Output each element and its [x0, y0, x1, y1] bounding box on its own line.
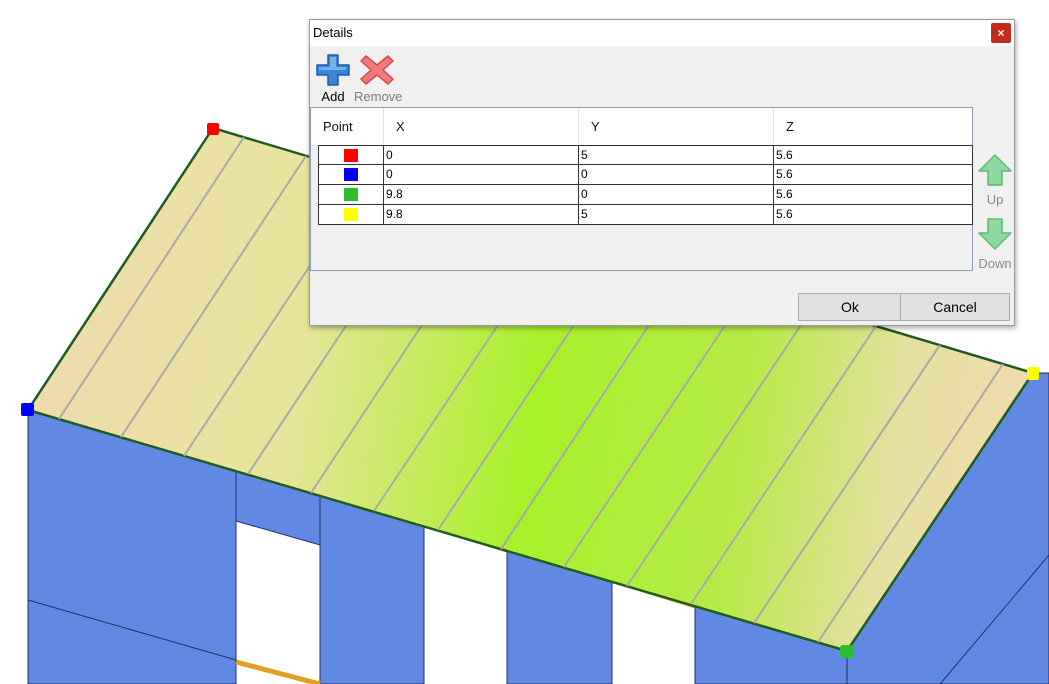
column-header-point[interactable]: Point	[311, 108, 383, 145]
cell-z[interactable]: 5.6	[773, 205, 973, 225]
cell-x[interactable]: 9.8	[383, 185, 578, 205]
cell-z[interactable]: 5.6	[773, 145, 973, 165]
title-bar: Details ×	[310, 20, 1014, 46]
table-row[interactable]: 9.8 5 5.6	[318, 205, 973, 225]
arrow-up-icon	[978, 154, 1012, 186]
table-header: Point X Y Z	[311, 108, 972, 146]
cell-point[interactable]	[318, 185, 383, 205]
point-color-swatch	[344, 208, 358, 221]
cell-x[interactable]: 0	[383, 165, 578, 185]
cell-y[interactable]: 0	[578, 185, 773, 205]
ok-button[interactable]: Ok	[798, 293, 902, 321]
remove-button[interactable]: Remove	[354, 52, 403, 104]
beam	[235, 659, 321, 684]
close-icon: ×	[997, 26, 1005, 40]
point-color-swatch	[344, 168, 358, 181]
cell-point[interactable]	[318, 165, 383, 185]
point-marker-green[interactable]	[840, 645, 854, 658]
plus-icon	[316, 54, 350, 86]
point-marker-yellow[interactable]	[1027, 367, 1039, 380]
table-body: 0 5 5.6 0 0 5.6 9.8 0 5.6 9.8 5 5.6	[318, 145, 973, 225]
point-marker-blue[interactable]	[21, 403, 34, 416]
arrow-down-icon	[978, 218, 1012, 250]
table-row[interactable]: 9.8 0 5.6	[318, 185, 973, 205]
details-dialog: Details × Add Remove Point X Y Z 0 5 5.6 0 0…	[309, 19, 1015, 326]
down-button[interactable]: Down	[976, 217, 1014, 271]
add-label: Add	[321, 89, 345, 104]
point-color-swatch	[344, 149, 358, 162]
point-color-swatch	[344, 188, 358, 201]
up-button[interactable]: Up	[976, 153, 1014, 207]
cell-point[interactable]	[318, 145, 383, 165]
points-table: Point X Y Z 0 5 5.6 0 0 5.6 9.8 0 5.6 9.8 5 5.6	[310, 107, 973, 271]
cell-z[interactable]: 5.6	[773, 165, 973, 185]
cell-z[interactable]: 5.6	[773, 185, 973, 205]
table-row[interactable]: 0 0 5.6	[318, 165, 973, 185]
cell-y[interactable]: 5	[578, 205, 773, 225]
cell-y[interactable]: 0	[578, 165, 773, 185]
cell-point[interactable]	[318, 205, 383, 225]
cancel-button[interactable]: Cancel	[900, 293, 1010, 321]
point-marker-red[interactable]	[207, 123, 219, 135]
close-button[interactable]: ×	[991, 23, 1011, 43]
table-row[interactable]: 0 5 5.6	[318, 145, 973, 165]
add-button[interactable]: Add	[310, 52, 356, 104]
dialog-title: Details	[313, 25, 353, 40]
column-header-y[interactable]: Y	[578, 108, 773, 145]
cell-y[interactable]: 5	[578, 145, 773, 165]
x-icon	[360, 55, 394, 85]
column-header-x[interactable]: X	[383, 108, 578, 145]
down-label: Down	[978, 256, 1012, 271]
up-label: Up	[986, 192, 1004, 207]
cell-x[interactable]: 0	[383, 145, 578, 165]
column-header-z[interactable]: Z	[773, 108, 973, 145]
cell-x[interactable]: 9.8	[383, 205, 578, 225]
remove-label: Remove	[354, 89, 403, 104]
